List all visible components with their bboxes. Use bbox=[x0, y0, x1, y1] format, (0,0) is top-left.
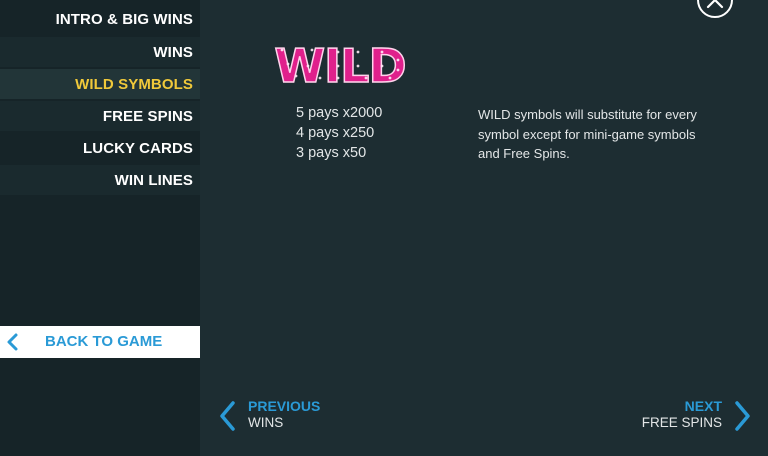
wild-logo-text: WILD bbox=[274, 39, 405, 93]
payout-line: 5 pays x2000 bbox=[296, 105, 383, 121]
sidebar-item-label: WINS bbox=[153, 43, 193, 61]
next-page-button[interactable]: NEXT FREE SPINS bbox=[620, 396, 758, 436]
payout-list: 5 pays x2000 4 pays x250 3 pays x50 bbox=[296, 103, 382, 163]
sidebar-item-intro-big-wins[interactable]: INTRO & BIG WINS bbox=[0, 4, 200, 34]
wild-symbol-logo: WILD bbox=[274, 38, 408, 94]
sidebar-item-label: LUCKY CARDS bbox=[83, 139, 193, 157]
chevron-right-icon bbox=[735, 401, 750, 431]
sidebar-item-lucky-cards[interactable]: LUCKY CARDS bbox=[0, 133, 200, 163]
sidebar-item-wild-symbols[interactable]: WILD SYMBOLS bbox=[0, 69, 200, 99]
previous-target-label: WINS bbox=[248, 415, 284, 430]
wild-description: WILD symbols will substitute for every s… bbox=[478, 107, 697, 161]
previous-page-button[interactable]: PREVIOUS WINS bbox=[216, 396, 336, 436]
next-target-label: FREE SPINS bbox=[641, 415, 722, 430]
close-icon[interactable] bbox=[696, 0, 734, 18]
sidebar-item-wins[interactable]: WINS bbox=[0, 37, 200, 67]
back-to-game-button[interactable]: BACK TO GAME bbox=[0, 326, 200, 358]
chevron-left-icon bbox=[7, 333, 18, 351]
sidebar-item-label: FREE SPINS bbox=[102, 107, 193, 125]
chevron-left-icon bbox=[220, 401, 235, 431]
back-to-game-label: BACK TO GAME bbox=[45, 333, 163, 350]
sidebar-item-free-spins[interactable]: FREE SPINS bbox=[0, 101, 200, 131]
sidebar-item-label: WILD SYMBOLS bbox=[75, 75, 193, 93]
sidebar-item-label: INTRO & BIG WINS bbox=[55, 10, 193, 28]
next-label: NEXT bbox=[684, 398, 722, 414]
sidebar-item-label: WIN LINES bbox=[114, 171, 193, 189]
payout-line: 4 pays x250 bbox=[296, 125, 375, 141]
sidebar-item-win-lines[interactable]: WIN LINES bbox=[0, 165, 200, 195]
previous-label: PREVIOUS bbox=[248, 398, 321, 414]
payout-line: 3 pays x50 bbox=[296, 145, 367, 161]
sidebar: INTRO & BIG WINS WINS WILD SYMBOLS FREE … bbox=[0, 0, 200, 456]
